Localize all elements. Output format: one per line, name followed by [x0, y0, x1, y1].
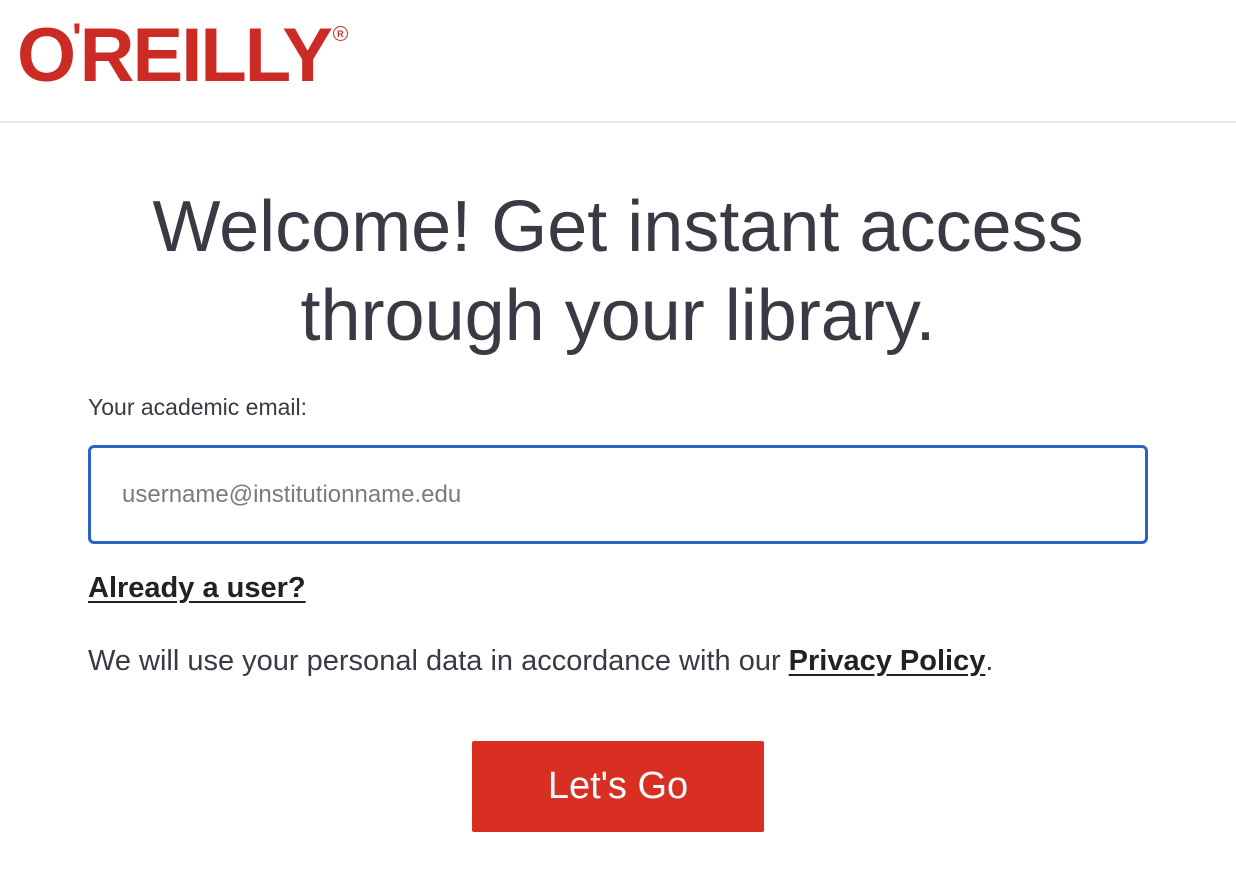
logo-o: O [17, 13, 76, 98]
page-title: Welcome! Get instant access through your … [0, 183, 1236, 361]
already-user-link[interactable]: Already a user? [88, 571, 306, 605]
headline-line-2: through your library. [300, 276, 936, 356]
oreilly-logo[interactable]: O ' REILLY R [17, 18, 348, 94]
email-field[interactable] [88, 445, 1148, 544]
site-header: O ' REILLY R [0, 0, 1236, 123]
privacy-suffix: . [985, 645, 994, 677]
privacy-policy-link[interactable]: Privacy Policy [789, 645, 986, 677]
registered-icon: R [332, 26, 348, 41]
lets-go-button[interactable]: Let's Go [472, 741, 764, 832]
privacy-prefix: We will use your personal data in accord… [88, 645, 789, 677]
logo-wordmark: REILLY [79, 13, 333, 98]
logo-apostrophe: ' [72, 16, 81, 60]
email-label: Your academic email: [88, 394, 308, 420]
privacy-notice: We will use your personal data in accord… [88, 643, 993, 679]
headline-line-1: Welcome! Get instant access [152, 187, 1084, 267]
